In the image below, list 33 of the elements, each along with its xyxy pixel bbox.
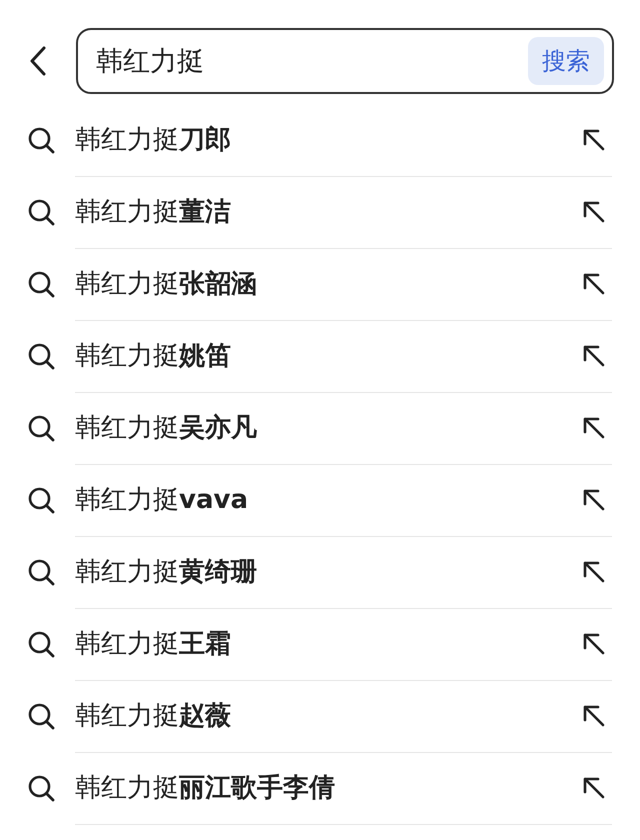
suggestion-item[interactable]: 韩红力挺黄绮珊 bbox=[75, 554, 257, 589]
arrow-up-left-icon[interactable] bbox=[582, 632, 606, 656]
search-icon bbox=[28, 486, 55, 514]
suggestion-item[interactable]: 韩红力挺刀郎 bbox=[75, 122, 231, 157]
suggestion-item[interactable]: 韩红力挺赵薇 bbox=[75, 698, 231, 733]
suggestion-item[interactable]: 韩红力挺vava bbox=[75, 482, 248, 517]
search-field[interactable]: 韩红力挺 搜索 bbox=[76, 28, 614, 94]
search-icon bbox=[28, 630, 55, 658]
back-icon[interactable] bbox=[30, 46, 46, 76]
search-icon bbox=[28, 774, 55, 802]
suggestion-item[interactable]: 韩红力挺王霜 bbox=[75, 626, 231, 661]
search-button[interactable]: 搜索 bbox=[528, 37, 604, 85]
suggestion-item[interactable]: 韩红力挺董洁 bbox=[75, 194, 231, 229]
search-icon bbox=[28, 414, 55, 442]
search-icon bbox=[28, 270, 55, 298]
search-icon bbox=[28, 126, 55, 154]
search-icon bbox=[28, 558, 55, 586]
arrow-up-left-icon[interactable] bbox=[582, 200, 606, 224]
arrow-up-left-icon[interactable] bbox=[582, 704, 606, 728]
arrow-up-left-icon[interactable] bbox=[582, 416, 606, 440]
arrow-up-left-icon[interactable] bbox=[582, 488, 606, 512]
arrow-up-left-icon[interactable] bbox=[582, 560, 606, 584]
arrow-up-left-icon[interactable] bbox=[582, 776, 606, 800]
arrow-up-left-icon[interactable] bbox=[582, 128, 606, 152]
suggestion-item[interactable]: 韩红力挺张韶涵 bbox=[75, 266, 257, 301]
arrow-up-left-icon[interactable] bbox=[582, 344, 606, 368]
suggestion-item[interactable]: 韩红力挺丽江歌手李倩 bbox=[75, 770, 335, 805]
search-icon bbox=[28, 702, 55, 730]
search-icon bbox=[28, 342, 55, 370]
search-icon bbox=[28, 198, 55, 226]
arrow-up-left-icon[interactable] bbox=[582, 272, 606, 296]
suggestion-item[interactable]: 韩红力挺姚笛 bbox=[75, 338, 231, 373]
suggestion-item[interactable]: 韩红力挺吴亦凡 bbox=[75, 410, 257, 445]
